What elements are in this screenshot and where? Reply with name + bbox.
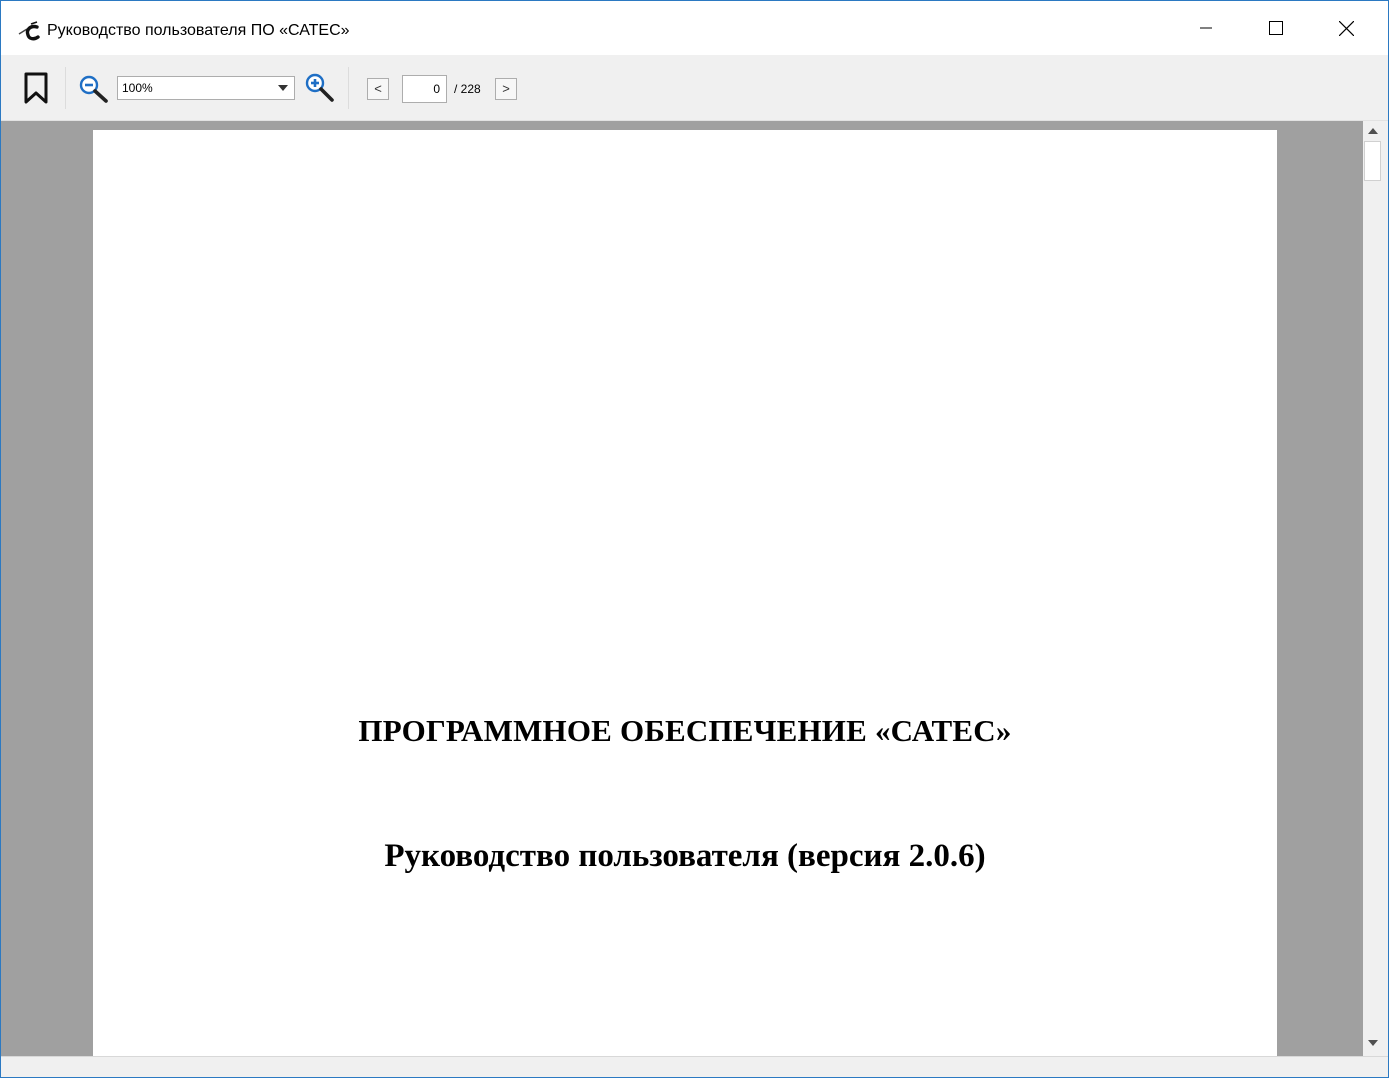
prev-page-button[interactable]: < (367, 78, 389, 100)
document-viewport[interactable]: ПРОГРАММНОЕ ОБЕСПЕЧЕНИЕ «САТЕС» Руководс… (1, 121, 1363, 1056)
window-title: Руководство пользователя ПО «САТЕС» (47, 22, 350, 39)
zoom-in-icon[interactable] (305, 73, 335, 103)
page-count: / 228 (454, 82, 481, 96)
maximize-button[interactable] (1241, 1, 1311, 55)
arrow-down-icon (1368, 1040, 1378, 1046)
zoom-out-icon[interactable] (79, 75, 109, 103)
arrow-up-icon (1368, 128, 1378, 134)
zoom-value: 100% (122, 81, 153, 95)
next-page-button[interactable]: > (495, 78, 517, 100)
toolbar: 100% < 0 / 228 > (1, 55, 1388, 121)
bookmark-icon[interactable] (23, 71, 49, 105)
minimize-icon (1200, 27, 1212, 29)
zoom-select[interactable]: 100% (117, 76, 295, 100)
minimize-button[interactable] (1171, 1, 1241, 55)
vertical-scrollbar[interactable] (1363, 121, 1383, 1056)
toolbar-separator (65, 67, 66, 109)
close-button[interactable] (1311, 1, 1381, 55)
scroll-thumb[interactable] (1364, 141, 1381, 181)
status-bar (1, 1056, 1388, 1077)
page-number-input[interactable]: 0 (402, 75, 447, 103)
pdf-viewer-window: Руководство пользователя ПО «САТЕС» 100% (0, 0, 1389, 1078)
chevron-down-icon (278, 85, 288, 91)
app-logo-icon (18, 21, 40, 41)
toolbar-separator (348, 67, 349, 109)
document-page: ПРОГРАММНОЕ ОБЕСПЕЧЕНИЕ «САТЕС» Руководс… (93, 130, 1277, 1056)
scroll-down-button[interactable] (1363, 1033, 1383, 1053)
document-heading: ПРОГРАММНОЕ ОБЕСПЕЧЕНИЕ «САТЕС» (358, 713, 1012, 748)
close-icon (1338, 20, 1354, 36)
document-subtitle: Руководство пользователя (версия 2.0.6) (384, 838, 986, 874)
scroll-up-button[interactable] (1363, 121, 1383, 141)
title-bar: Руководство пользователя ПО «САТЕС» (1, 1, 1388, 55)
maximize-icon (1269, 21, 1283, 35)
